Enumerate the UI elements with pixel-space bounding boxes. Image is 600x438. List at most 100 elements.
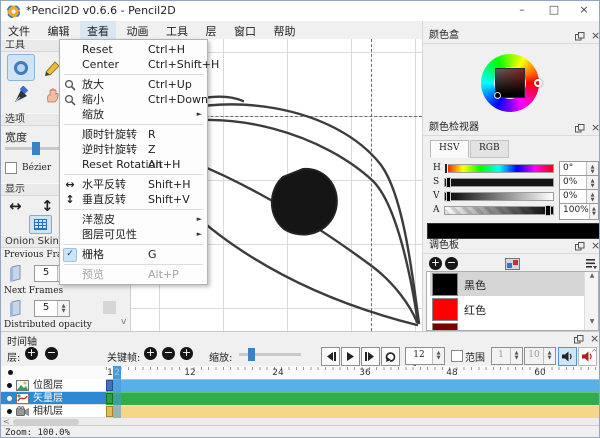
layer-visibility-dot[interactable]	[7, 383, 12, 388]
camera-layer-label[interactable]: 相机层	[1, 405, 106, 418]
close-button[interactable]: ×	[569, 1, 599, 20]
palette-swatch-row[interactable]: 红色	[430, 297, 599, 321]
menu-item-reset[interactable]: ResetCtrl+H	[60, 42, 207, 57]
menu-item-onion-skin-submenu[interactable]: 洋葱皮►	[60, 212, 207, 227]
palette-swatch-row[interactable]: 黑色	[430, 272, 599, 296]
width-slider-handle[interactable]	[32, 142, 40, 155]
playhead-column[interactable]	[113, 366, 121, 418]
bezier-option[interactable]: Bézier	[5, 162, 51, 174]
palette-swatch-row[interactable]	[430, 322, 599, 331]
loop-button[interactable]	[381, 347, 400, 366]
palette-list-options-icon[interactable]	[585, 257, 597, 269]
red-swatch[interactable]	[432, 298, 458, 321]
close-panel-icon[interactable]: ×	[591, 123, 600, 133]
saturation-slider-handle[interactable]	[446, 177, 451, 188]
add-layer-button[interactable]: +	[25, 347, 38, 360]
previous-frame-button[interactable]	[321, 347, 340, 366]
value-slider[interactable]	[444, 192, 554, 201]
layer-row-bitmap[interactable]: 位图层	[1, 379, 600, 392]
swatch-size-icon[interactable]	[505, 258, 520, 270]
menu-tools[interactable]: 工具	[159, 21, 195, 41]
next-frames-stepper[interactable]: ▲▼	[57, 301, 69, 316]
timeline-vscroll-up[interactable]: ^	[591, 348, 598, 357]
fps-spinbox[interactable]: 12 fps ▲▼	[405, 347, 445, 365]
saturation-slider[interactable]	[444, 178, 554, 187]
play-button[interactable]	[341, 347, 360, 366]
next-frame-button[interactable]	[361, 347, 380, 366]
grid-toggle-button[interactable]	[29, 215, 52, 234]
duplicate-keyframe-button[interactable]: +	[180, 347, 193, 360]
sound-toggle-button[interactable]	[558, 347, 577, 366]
remove-keyframe-button[interactable]: −	[162, 347, 175, 360]
menu-item-grid[interactable]: ✓ 栅格G	[60, 247, 207, 262]
bitmap-track[interactable]	[106, 379, 600, 392]
close-panel-icon[interactable]: ×	[591, 241, 600, 251]
float-panel-icon[interactable]	[574, 335, 584, 344]
black-swatch[interactable]	[432, 273, 458, 296]
menu-item-zoom-in[interactable]: 放大Ctrl+Up	[60, 77, 207, 92]
alpha-spinbox[interactable]: 100%▲▼	[559, 203, 599, 220]
timeline-ruler[interactable]: 1 2 12 24 36 48 60	[1, 366, 600, 380]
menu-help[interactable]: 帮助	[267, 21, 303, 41]
scroll-down-icon[interactable]: ▼	[585, 318, 599, 325]
palette-scrollbar[interactable]: ▲ ▼	[584, 272, 599, 330]
minimize-button[interactable]: –	[507, 1, 537, 20]
value-slider-handle[interactable]	[446, 191, 451, 202]
menu-item-flip-horizontal[interactable]: ↔ 水平反转Shift+H	[60, 177, 207, 192]
menu-window[interactable]: 窗口	[227, 21, 263, 41]
hue-slider-handle[interactable]	[444, 163, 448, 174]
menu-item-zoom-submenu[interactable]: 缩放►	[60, 107, 207, 122]
menu-item-flip-vertical[interactable]: ↕ 垂直反转Shift+V	[60, 192, 207, 207]
add-color-button[interactable]: +	[429, 257, 442, 270]
float-panel-icon[interactable]	[575, 242, 585, 251]
flip-horizontal-icon[interactable]: ↔	[9, 197, 22, 215]
vector-layer-label[interactable]: 矢量层	[1, 392, 106, 405]
scroll-up-icon[interactable]: ▲	[585, 272, 599, 280]
keyframe-cell[interactable]	[106, 380, 113, 391]
bezier-checkbox[interactable]	[5, 162, 17, 174]
float-panel-icon[interactable]	[575, 32, 585, 41]
close-panel-icon[interactable]: ×	[591, 31, 600, 41]
alpha-slider-handle[interactable]	[545, 205, 551, 216]
remove-color-button[interactable]: −	[445, 257, 458, 270]
maximize-button[interactable]: □	[539, 1, 569, 20]
tab-hsv[interactable]: HSV	[430, 140, 469, 158]
alpha-slider[interactable]	[444, 206, 554, 215]
menu-edit[interactable]: 编辑	[41, 21, 77, 41]
move-tool-button[interactable]	[7, 54, 35, 81]
layer-row-camera[interactable]: 相机层	[1, 405, 600, 418]
menu-item-rotate-clockwise[interactable]: 顺时针旋转R	[60, 127, 207, 142]
layer-row-vector[interactable]: 矢量层	[1, 392, 600, 405]
left-dock-scroll-down-icon[interactable]: v	[121, 317, 126, 327]
keyframe-cell[interactable]	[106, 406, 113, 417]
menu-item-layer-visibility-submenu[interactable]: 图层可见性►	[60, 227, 207, 242]
camera-track[interactable]	[106, 405, 600, 418]
keyframe-cell[interactable]	[106, 393, 113, 404]
menu-layer[interactable]: 层	[199, 21, 224, 41]
bitmap-layer-label[interactable]: 位图层	[1, 379, 106, 392]
timeline-zoom-slider-handle[interactable]	[248, 348, 255, 361]
onion-next-color-button[interactable]	[103, 301, 116, 314]
range-checkbox[interactable]	[451, 350, 463, 362]
hue-ring-selector[interactable]	[534, 79, 542, 87]
float-panel-icon[interactable]	[575, 124, 585, 133]
layer-visibility-dot[interactable]	[8, 370, 13, 375]
menu-item-rotate-anticlockwise[interactable]: 逆时针旋转Z	[60, 142, 207, 157]
fps-stepper[interactable]: ▲▼	[432, 348, 444, 364]
menu-file[interactable]: 文件	[1, 21, 37, 41]
dark-red-swatch[interactable]	[432, 323, 458, 331]
tab-rgb[interactable]: RGB	[470, 140, 509, 158]
layer-visibility-dot[interactable]	[7, 396, 12, 401]
add-keyframe-button[interactable]: +	[144, 347, 157, 360]
menu-item-center[interactable]: CenterCtrl+Shift+H	[60, 57, 207, 72]
remove-layer-button[interactable]: −	[45, 347, 58, 360]
sv-square-selector[interactable]	[494, 92, 501, 99]
menu-item-zoom-out[interactable]: 缩小Ctrl+Down	[60, 92, 207, 107]
menu-animation[interactable]: 动画	[120, 21, 156, 41]
hue-slider[interactable]	[444, 164, 554, 173]
layer-visibility-dot[interactable]	[7, 409, 12, 414]
next-frames-spinbox[interactable]: 5 ▲▼	[34, 300, 70, 317]
vector-track[interactable]	[106, 392, 600, 405]
pen-tool-button[interactable]	[7, 82, 33, 107]
menu-view[interactable]: 查看	[80, 21, 116, 41]
